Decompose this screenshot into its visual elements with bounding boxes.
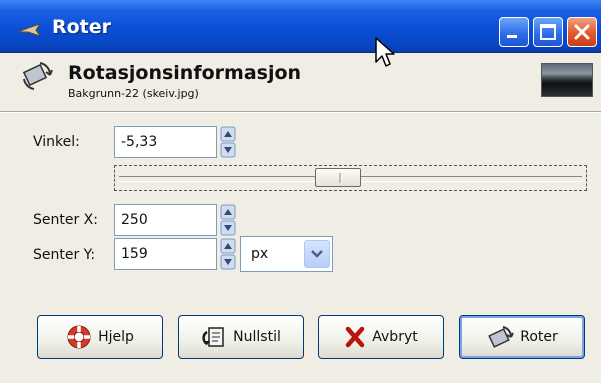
maximize-button[interactable] — [533, 17, 563, 47]
chevron-down-icon — [311, 250, 323, 258]
cancel-button[interactable]: Avbryt — [318, 315, 444, 359]
close-icon — [574, 24, 590, 40]
reset-button[interactable]: Nullstil — [178, 315, 304, 359]
slider-grip-icon — [339, 173, 342, 183]
window-title: Roter — [52, 16, 112, 38]
center-y-spinner[interactable] — [220, 238, 236, 270]
angle-slider[interactable] — [114, 165, 587, 191]
rotate-button[interactable]: Roter — [459, 315, 585, 359]
lifebuoy-icon — [67, 325, 91, 349]
slider-thumb[interactable] — [314, 168, 361, 187]
image-thumbnail — [541, 63, 593, 97]
header-title: Rotasjonsinformasjon — [68, 62, 302, 84]
reset-button-label: Nullstil — [233, 329, 281, 345]
rotate-app-icon — [16, 22, 42, 38]
rotate-dialog-window: Roter Rotasjonsinformasjon Bakgrunn-22 (… — [0, 0, 601, 383]
reset-icon — [202, 327, 224, 347]
angle-spinner[interactable] — [220, 126, 236, 158]
x-icon — [346, 326, 365, 348]
close-button[interactable] — [567, 17, 597, 47]
title-bar[interactable]: Roter — [0, 0, 601, 53]
angle-label: Vinkel: — [33, 134, 80, 150]
mouse-cursor-icon — [375, 37, 395, 67]
dialog-header: Rotasjonsinformasjon Bakgrunn-22 (skeiv.… — [0, 53, 601, 108]
spin-arrows-icon — [220, 126, 236, 158]
spin-arrows-icon — [220, 204, 236, 236]
unit-select-dropdown-button[interactable] — [304, 240, 330, 268]
rotate-tool-icon — [20, 59, 54, 93]
spin-arrows-icon — [220, 238, 236, 270]
maximize-icon — [540, 24, 556, 40]
header-subtitle: Bakgrunn-22 (skeiv.jpg) — [68, 87, 199, 100]
rotate-icon — [488, 326, 515, 348]
center-x-spinner[interactable] — [220, 204, 236, 236]
center-x-input[interactable]: 250 — [114, 204, 217, 236]
cancel-button-label: Avbryt — [372, 329, 418, 345]
unit-select-value: px — [251, 246, 269, 262]
rotate-button-label: Roter — [520, 329, 558, 345]
center-y-label: Senter Y: — [33, 247, 96, 263]
unit-select[interactable]: px — [240, 236, 333, 272]
angle-input[interactable]: -5,33 — [114, 126, 217, 158]
minimize-button[interactable] — [499, 17, 529, 47]
header-separator — [0, 111, 601, 113]
minimize-icon — [507, 35, 517, 38]
center-x-label: Senter X: — [33, 212, 98, 228]
help-button-label: Hjelp — [98, 329, 134, 345]
help-button[interactable]: Hjelp — [37, 315, 163, 359]
center-y-input[interactable]: 159 — [114, 238, 217, 270]
